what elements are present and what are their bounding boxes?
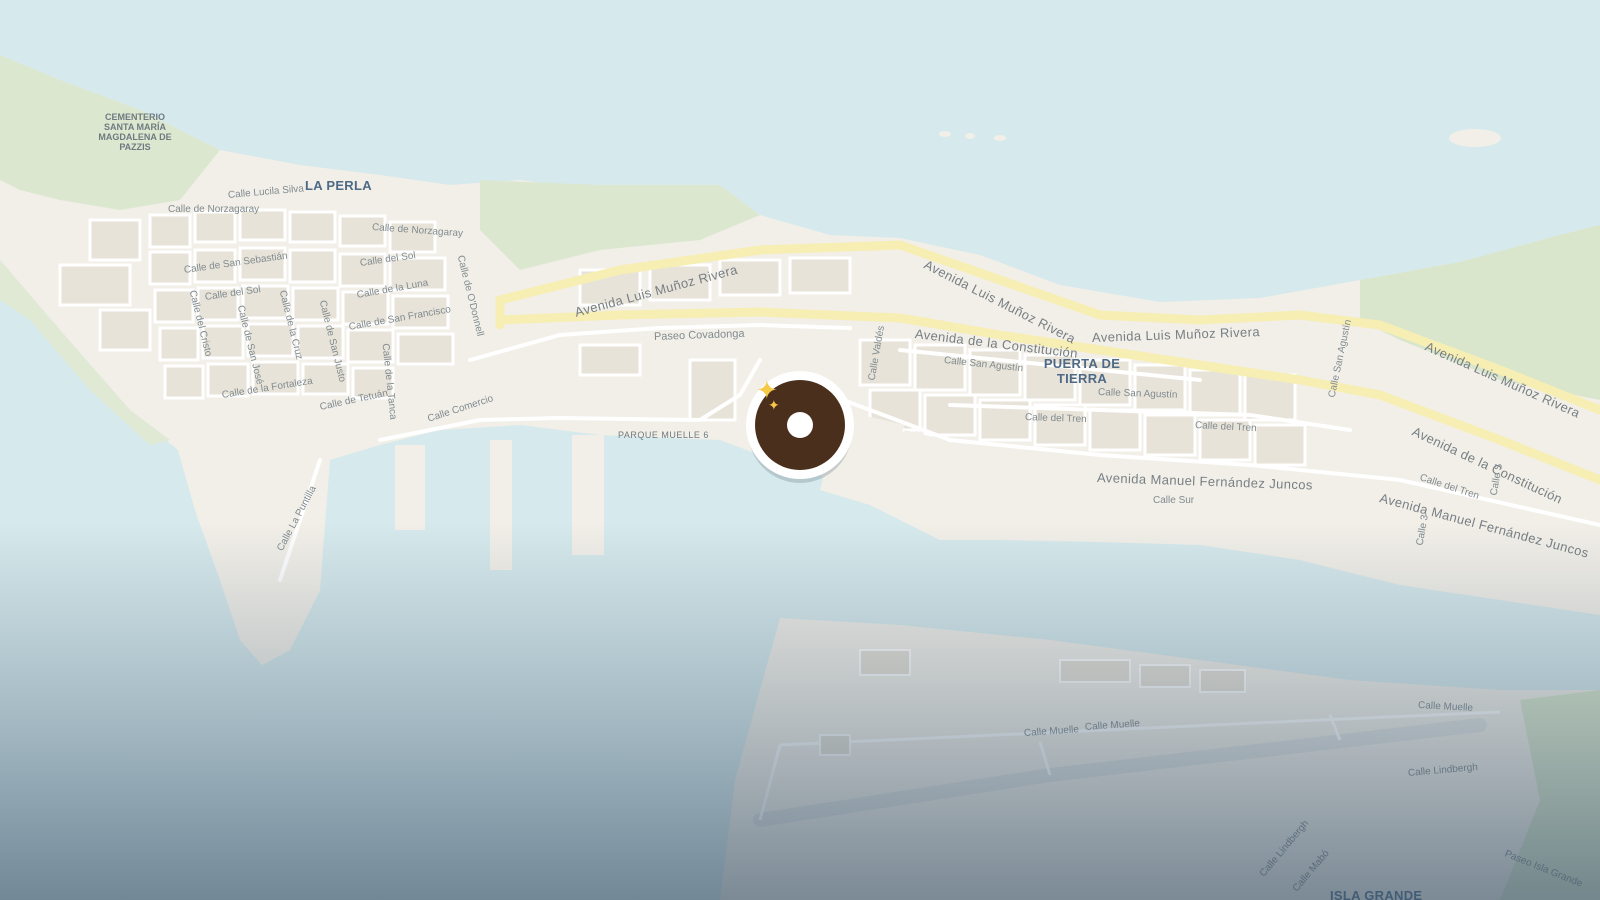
label-cemetery[interactable]: CEMENTERIO SANTA MARÍA MAGDALENA DE PAZZ… xyxy=(90,112,180,152)
label-calle-sur: Calle Sur xyxy=(1153,495,1195,506)
location-marker[interactable]: ✦ ✦ xyxy=(746,371,854,479)
label-puerta-de-tierra: PUERTA DE TIERRA xyxy=(1043,356,1121,386)
marker-center xyxy=(787,412,813,438)
label-isla-grande: ISLA GRANDE xyxy=(1330,888,1423,900)
label-la-perla: LA PERLA xyxy=(305,178,372,193)
sparkle-small-icon: ✦ xyxy=(768,397,780,413)
label-parque-muelle-6[interactable]: PARQUE MUELLE 6 xyxy=(618,430,709,440)
label-calle-norzagaray-1: Calle de Norzagaray xyxy=(168,204,260,215)
map-canvas[interactable]: LA PERLA PUERTA DE TIERRA ISLA GRANDE CE… xyxy=(0,0,1600,900)
label-calle-del-tren-1: Calle del Tren xyxy=(1024,412,1087,426)
